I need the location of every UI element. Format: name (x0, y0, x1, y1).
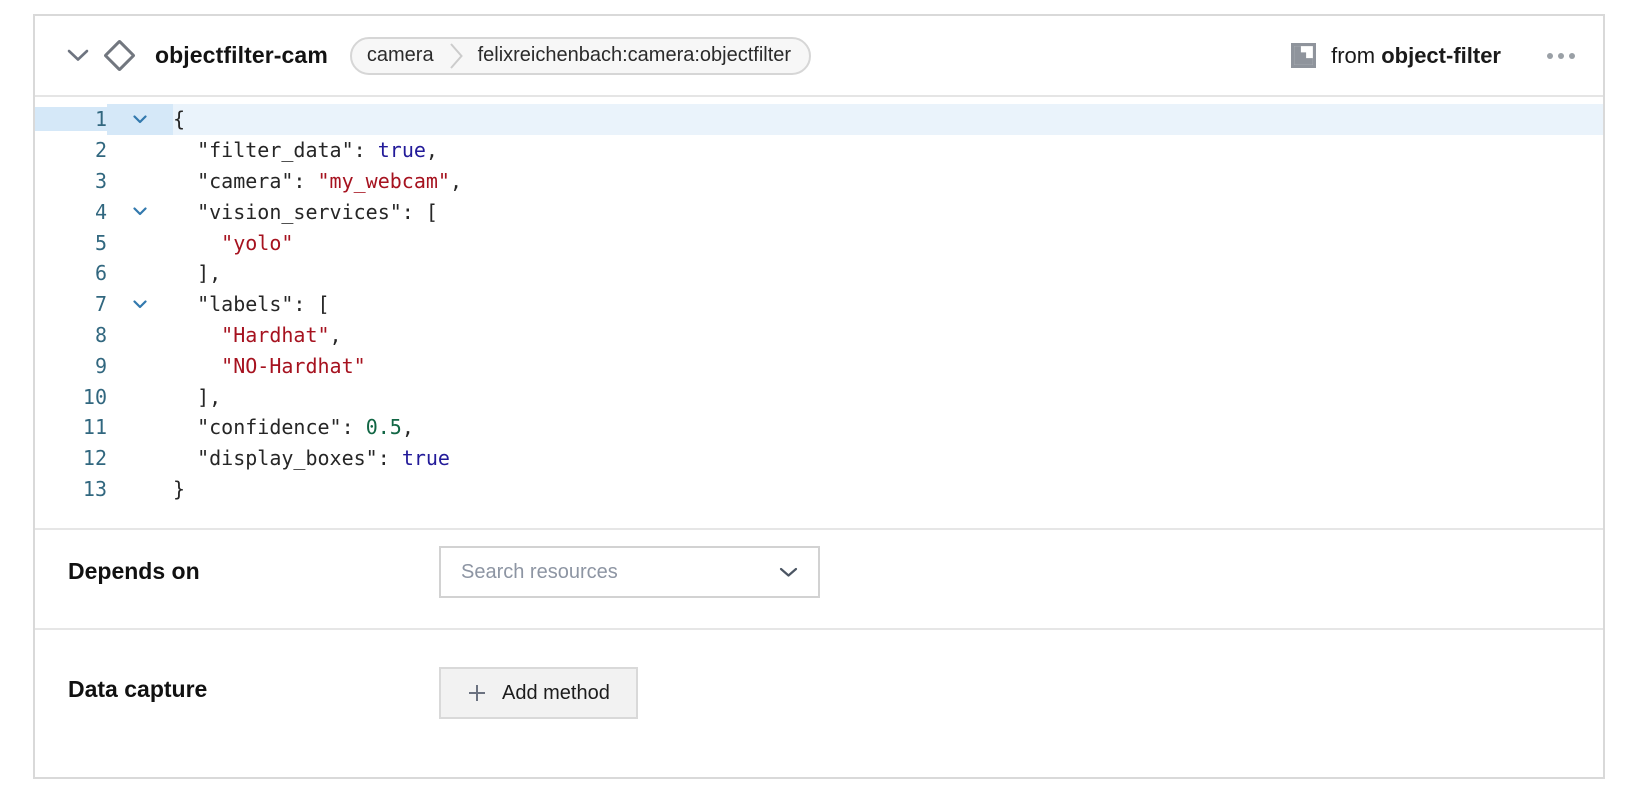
add-method-button-label: Add method (502, 682, 610, 705)
fold-gutter-spacer (107, 443, 173, 474)
collapse-card-button[interactable] (63, 41, 93, 71)
fold-gutter-spacer (107, 227, 173, 258)
code-line[interactable]: 3 "camera": "my_webcam", (35, 166, 1603, 197)
code-line-text[interactable]: "display_boxes": true (173, 443, 1603, 474)
code-line[interactable]: 11 "confidence": 0.5, (35, 412, 1603, 443)
plus-icon (467, 683, 487, 703)
fold-toggle[interactable] (107, 196, 173, 227)
line-number: 7 (35, 292, 107, 316)
code-line[interactable]: 6 ], (35, 258, 1603, 289)
line-number: 4 (35, 200, 107, 224)
code-line-text[interactable]: "camera": "my_webcam", (173, 166, 1603, 197)
code-line-text[interactable]: ], (173, 381, 1603, 412)
search-resources-select[interactable]: Search resources (439, 546, 820, 598)
add-method-button[interactable]: Add method (439, 667, 638, 719)
code-line[interactable]: 5 "yolo" (35, 227, 1603, 258)
line-number: 8 (35, 323, 107, 347)
line-number: 2 (35, 138, 107, 162)
code-line[interactable]: 7 "labels": [ (35, 289, 1603, 320)
line-number: 5 (35, 231, 107, 255)
search-resources-placeholder: Search resources (461, 561, 618, 584)
chip-divider-chevron-icon (449, 37, 464, 75)
code-line[interactable]: 9 "NO-Hardhat" (35, 350, 1603, 381)
fold-gutter-spacer (107, 381, 173, 412)
code-line[interactable]: 4 "vision_services": [ (35, 196, 1603, 227)
fold-toggle[interactable] (107, 289, 173, 320)
code-line[interactable]: 12 "display_boxes": true (35, 443, 1603, 474)
line-number: 6 (35, 261, 107, 285)
line-number: 9 (35, 354, 107, 378)
fold-gutter-spacer (107, 412, 173, 443)
code-line-text[interactable]: "filter_data": true, (173, 135, 1603, 166)
code-line-text[interactable]: "yolo" (173, 227, 1603, 258)
line-number: 13 (35, 477, 107, 501)
dot-icon (1547, 53, 1553, 59)
code-editor[interactable]: 1{2 "filter_data": true,3 "camera": "my_… (35, 95, 1603, 528)
from-module-name: object-filter (1381, 43, 1501, 68)
component-icon (99, 36, 139, 76)
header-right-group: from object-filter (1291, 43, 1577, 69)
fold-toggle[interactable] (107, 104, 173, 135)
fold-gutter-spacer (107, 166, 173, 197)
component-model: felixreichenbach:camera:objectfilter (464, 44, 810, 67)
code-line[interactable]: 10 ], (35, 381, 1603, 412)
fold-chevron-icon (133, 115, 147, 124)
line-number: 11 (35, 415, 107, 439)
dot-icon (1558, 53, 1564, 59)
code-line-text[interactable]: ], (173, 258, 1603, 289)
depends-on-label: Depends on (68, 546, 439, 585)
code-line-text[interactable]: "labels": [ (173, 289, 1603, 320)
fold-chevron-icon (133, 207, 147, 216)
code-line-text[interactable]: "NO-Hardhat" (173, 350, 1603, 381)
line-number: 1 (35, 107, 107, 131)
fold-chevron-icon (133, 300, 147, 309)
component-type: camera (352, 44, 449, 67)
diamond-icon (103, 39, 136, 72)
component-name: objectfilter-cam (155, 42, 328, 69)
fold-gutter-spacer (107, 350, 173, 381)
code-line[interactable]: 2 "filter_data": true, (35, 135, 1603, 166)
fold-gutter-spacer (107, 474, 173, 505)
data-capture-section: Data capture Add method (35, 628, 1603, 777)
code-line-text[interactable]: { (173, 104, 1603, 135)
fold-gutter-spacer (107, 135, 173, 166)
code-line-text[interactable]: } (173, 474, 1603, 505)
fold-gutter-spacer (107, 320, 173, 351)
code-line-text[interactable]: "confidence": 0.5, (173, 412, 1603, 443)
code-line[interactable]: 8 "Hardhat", (35, 320, 1603, 351)
fold-gutter-spacer (107, 258, 173, 289)
more-options-button[interactable] (1545, 47, 1577, 65)
module-icon (1291, 43, 1316, 68)
dot-icon (1569, 53, 1575, 59)
line-number: 12 (35, 446, 107, 470)
component-card: objectfilter-cam camera felixreichenbach… (33, 14, 1605, 779)
code-line[interactable]: 1{ (35, 104, 1603, 135)
depends-on-section: Depends on Search resources (35, 528, 1603, 628)
chevron-down-icon (67, 49, 89, 62)
code-line-text[interactable]: "Hardhat", (173, 320, 1603, 351)
component-card-header: objectfilter-cam camera felixreichenbach… (35, 16, 1603, 95)
chevron-down-icon (779, 567, 798, 578)
line-number: 10 (35, 385, 107, 409)
code-line[interactable]: 13} (35, 474, 1603, 505)
from-module-text: from object-filter (1331, 43, 1501, 69)
line-number: 3 (35, 169, 107, 193)
component-type-chip: camera felixreichenbach:camera:objectfil… (350, 37, 811, 75)
from-label: from (1331, 43, 1375, 68)
data-capture-label: Data capture (68, 667, 439, 703)
code-line-text[interactable]: "vision_services": [ (173, 196, 1603, 227)
